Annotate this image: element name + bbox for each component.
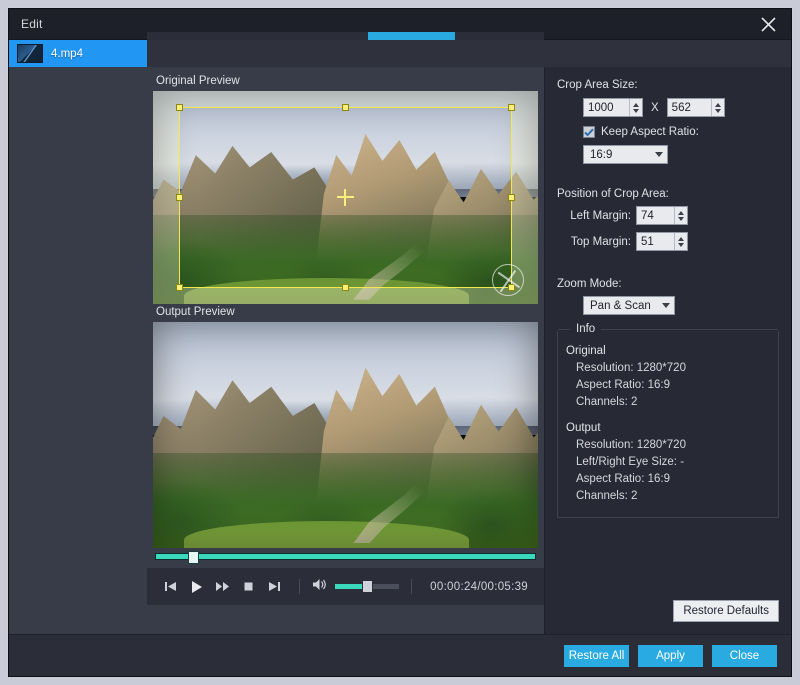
info-legend-label: Info	[576, 323, 595, 335]
skip-next-icon[interactable]	[261, 574, 287, 600]
volume-knob[interactable]	[362, 580, 373, 593]
size-x-separator: X	[648, 102, 662, 114]
edit-dialog-window: Edit 4.mp4 Rotate 3D	[8, 8, 792, 677]
keep-aspect-ratio-row[interactable]: Keep Aspect Ratio:	[583, 126, 779, 138]
center-column: Rotate 3D Crop Effect Enhance Watermark	[147, 67, 544, 634]
aspect-ratio-value: 16:9	[590, 149, 612, 161]
info-output-heading: Output	[566, 422, 778, 434]
restore-defaults-button[interactable]: Restore Defaults	[673, 600, 779, 622]
crop-center-crosshair-icon	[337, 189, 354, 206]
crop-handle-middle-left[interactable]	[176, 194, 183, 201]
info-original-channels: Channels: 2	[576, 396, 778, 408]
crop-height-arrows[interactable]	[711, 99, 724, 116]
fast-forward-icon[interactable]	[209, 574, 235, 600]
close-icon[interactable]	[745, 9, 791, 40]
volume-icon[interactable]	[312, 578, 328, 596]
dialog-footer: Restore All Apply Close	[9, 634, 791, 676]
transport-bar: 00:00:24/00:05:39	[147, 568, 544, 605]
rotation-dial-icon	[492, 264, 524, 296]
original-preview-canvas[interactable]	[153, 91, 538, 304]
top-margin-row: Top Margin:	[557, 232, 779, 251]
volume-fill	[335, 584, 363, 589]
info-output-aspect-ratio: Aspect Ratio: 16:9	[576, 473, 778, 485]
info-original-heading: Original	[566, 345, 778, 357]
zoom-mode-select[interactable]: Pan & Scan	[583, 296, 675, 315]
crop-handle-bottom-left[interactable]	[176, 284, 183, 291]
crop-handle-bottom-center[interactable]	[342, 284, 349, 291]
preview-column: Original Preview	[147, 67, 544, 634]
crop-settings-panel: Crop Area Size: X Keep Aspect Ratio:	[544, 67, 791, 634]
skip-previous-icon[interactable]	[157, 574, 183, 600]
left-margin-row: Left Margin:	[557, 206, 779, 225]
left-spacer-column	[9, 67, 147, 634]
crop-size-row: X	[557, 98, 779, 117]
chevron-down-icon-zoom[interactable]	[658, 297, 674, 314]
crop-handle-top-right[interactable]	[508, 104, 515, 111]
timeline-knob[interactable]	[188, 551, 199, 564]
timeline-row	[153, 548, 538, 564]
volume-slider[interactable]	[335, 584, 399, 589]
crop-height-stepper[interactable]	[667, 98, 725, 117]
info-output-resolution: Resolution: 1280*720	[576, 439, 778, 451]
top-margin-arrows[interactable]	[674, 233, 687, 250]
output-preview-canvas	[153, 322, 538, 548]
top-margin-stepper[interactable]	[636, 232, 688, 251]
close-button[interactable]: Close	[712, 645, 777, 667]
left-margin-label: Left Margin:	[557, 210, 631, 222]
output-preview-image	[153, 322, 538, 548]
stop-icon[interactable]	[235, 574, 261, 600]
original-preview-label: Original Preview	[153, 73, 538, 91]
crop-area-size-label: Crop Area Size:	[557, 79, 779, 91]
keep-aspect-ratio-label: Keep Aspect Ratio:	[601, 126, 699, 138]
crop-handle-middle-right[interactable]	[508, 194, 515, 201]
left-margin-stepper[interactable]	[636, 206, 688, 225]
apply-button[interactable]: Apply	[638, 645, 703, 667]
crop-width-stepper[interactable]	[583, 98, 643, 117]
transport-divider-2	[411, 579, 412, 594]
transport-divider	[299, 579, 300, 594]
playback-timeline-slider[interactable]	[155, 553, 536, 560]
file-tab-label: 4.mp4	[51, 48, 83, 60]
aspect-ratio-select[interactable]: 16:9	[583, 145, 668, 164]
info-output-channels: Channels: 2	[576, 490, 778, 502]
video-thumbnail-icon	[17, 44, 43, 63]
info-original-resolution: Resolution: 1280*720	[576, 362, 778, 374]
output-preview-label: Output Preview	[153, 304, 538, 322]
info-output-eye-size: Left/Right Eye Size: -	[576, 456, 778, 468]
play-icon[interactable]	[183, 574, 209, 600]
crop-width-input[interactable]	[584, 99, 629, 116]
info-group: Info Original Resolution: 1280*720 Aspec…	[557, 331, 779, 518]
crop-selection-rectangle[interactable]	[179, 107, 512, 288]
top-margin-label: Top Margin:	[557, 236, 631, 248]
crop-width-arrows[interactable]	[629, 99, 642, 116]
volume-control	[312, 578, 399, 596]
dialog-body: Rotate 3D Crop Effect Enhance Watermark	[9, 67, 791, 634]
crop-height-input[interactable]	[668, 99, 711, 116]
position-of-crop-area-label: Position of Crop Area:	[557, 188, 779, 200]
zoom-mode-label: Zoom Mode:	[557, 278, 779, 290]
file-tab-strip: 4.mp4	[9, 40, 791, 67]
top-margin-input[interactable]	[637, 233, 674, 250]
crop-handle-top-center[interactable]	[342, 104, 349, 111]
crop-handle-top-left[interactable]	[176, 104, 183, 111]
restore-all-button[interactable]: Restore All	[564, 645, 629, 667]
restore-defaults-row: Restore Defaults	[557, 600, 779, 634]
chevron-down-icon[interactable]	[651, 146, 667, 163]
info-legend: Info	[558, 323, 778, 335]
playback-time: 00:00:24/00:05:39	[430, 581, 528, 593]
left-margin-input[interactable]	[637, 207, 674, 224]
window-title: Edit	[21, 17, 42, 31]
info-original-aspect-ratio: Aspect Ratio: 16:9	[576, 379, 778, 391]
left-margin-arrows[interactable]	[674, 207, 687, 224]
file-tab-4mp4[interactable]: 4.mp4	[9, 40, 147, 67]
zoom-mode-value: Pan & Scan	[590, 300, 651, 312]
keep-aspect-ratio-checkbox[interactable]	[583, 126, 595, 138]
